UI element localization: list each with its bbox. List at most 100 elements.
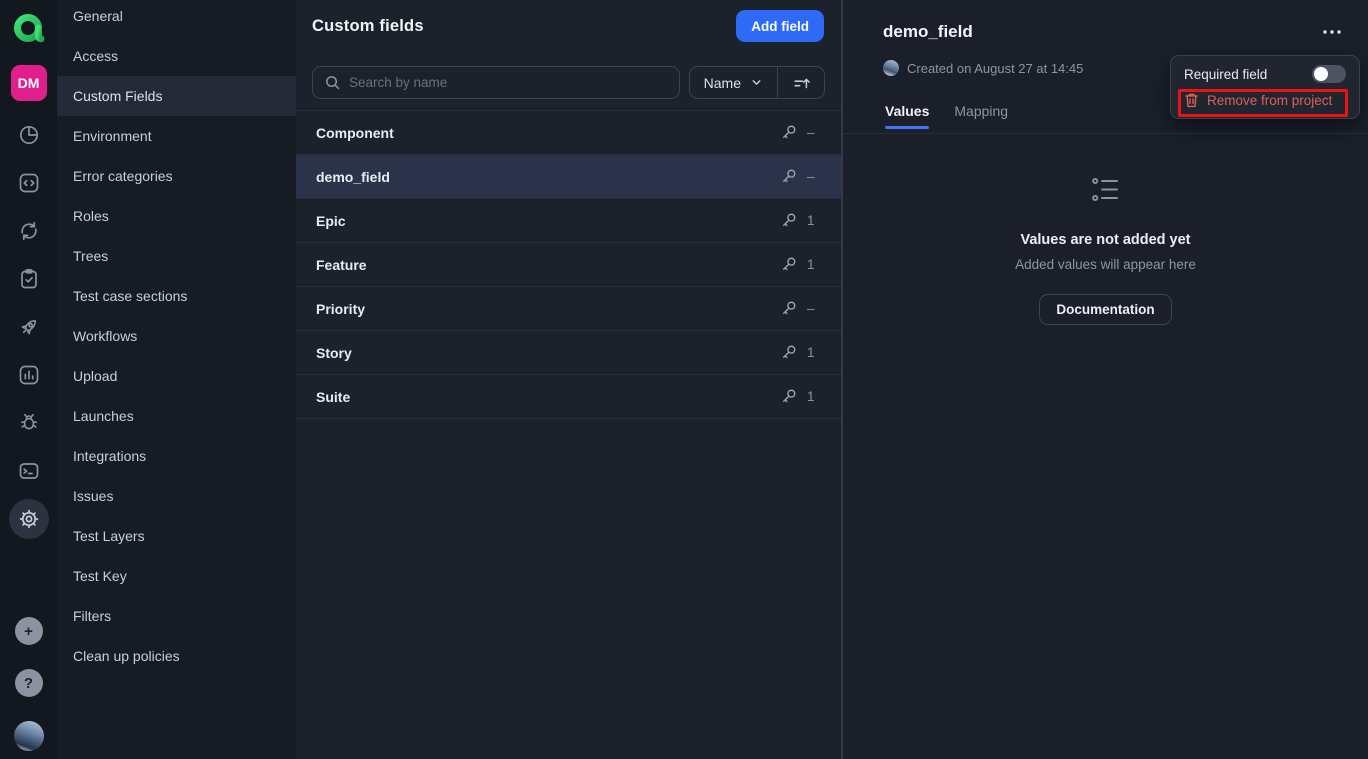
remove-from-project-label: Remove from project	[1207, 93, 1332, 108]
sync-icon[interactable]	[9, 211, 49, 251]
add-field-button[interactable]: Add field	[736, 10, 824, 42]
pie-chart-icon[interactable]	[9, 115, 49, 155]
key-icon	[779, 343, 798, 362]
empty-state-subtitle: Added values will appear here	[843, 257, 1368, 272]
custom-field-list: Component – demo_field – Epic 1 Feature …	[296, 110, 841, 419]
toggle-knob	[1314, 67, 1328, 81]
settings-sidebar: General Access Custom Fields Environment…	[57, 0, 296, 759]
more-options-icon[interactable]	[1318, 22, 1346, 42]
sidebar-item-clean-up-policies[interactable]: Clean up policies	[57, 636, 296, 676]
sidebar-item-issues[interactable]: Issues	[57, 476, 296, 516]
sidebar-item-test-key[interactable]: Test Key	[57, 556, 296, 596]
user-avatar[interactable]	[14, 721, 44, 751]
field-row-component[interactable]: Component –	[296, 111, 841, 155]
mapping-count: 1	[807, 345, 815, 360]
field-name: Story	[316, 345, 352, 361]
field-name: Suite	[316, 389, 350, 405]
field-row-priority[interactable]: Priority –	[296, 287, 841, 331]
required-field-menu-item[interactable]: Required field	[1171, 61, 1359, 87]
rocket-icon[interactable]	[9, 307, 49, 347]
field-row-story[interactable]: Story 1	[296, 331, 841, 375]
sidebar-item-test-layers[interactable]: Test Layers	[57, 516, 296, 556]
creator-avatar	[883, 60, 899, 76]
sidebar-item-general[interactable]: General	[57, 0, 296, 36]
documentation-button[interactable]: Documentation	[1039, 294, 1171, 325]
sidebar-item-filters[interactable]: Filters	[57, 596, 296, 636]
field-row-feature[interactable]: Feature 1	[296, 243, 841, 287]
icon-rail: DM	[0, 0, 57, 759]
custom-fields-panel: Custom fields Add field Name	[296, 0, 841, 759]
terminal-icon[interactable]	[9, 451, 49, 491]
field-name: Priority	[316, 301, 365, 317]
search-icon	[324, 74, 341, 91]
field-name: Feature	[316, 257, 367, 273]
field-detail-title: demo_field	[883, 22, 973, 42]
sidebar-nav-list: General Access Custom Fields Environment…	[57, 0, 296, 676]
tab-mapping[interactable]: Mapping	[954, 96, 1008, 133]
rail-bottom: + ?	[14, 617, 44, 751]
page-title: Custom fields	[312, 17, 424, 36]
sort-field-dropdown[interactable]: Name	[690, 67, 777, 98]
sidebar-item-upload[interactable]: Upload	[57, 356, 296, 396]
values-empty-state: Values are not added yet Added values wi…	[843, 176, 1368, 325]
field-row-demo-field[interactable]: demo_field –	[296, 155, 841, 199]
sidebar-item-access[interactable]: Access	[57, 36, 296, 76]
key-icon	[779, 123, 798, 142]
mapping-count: 1	[807, 389, 815, 404]
settings-gear-icon[interactable]	[9, 499, 49, 539]
created-timestamp: Created on August 27 at 14:45	[907, 61, 1083, 76]
sidebar-item-test-case-sections[interactable]: Test case sections	[57, 276, 296, 316]
fields-header: Custom fields Add field	[296, 0, 841, 56]
mapping-count: –	[807, 169, 815, 184]
field-row-epic[interactable]: Epic 1	[296, 199, 841, 243]
sidebar-item-launches[interactable]: Launches	[57, 396, 296, 436]
field-options-menu: Required field Remove from project	[1170, 55, 1360, 119]
bug-icon[interactable]	[9, 403, 49, 443]
help-icon[interactable]: ?	[15, 669, 43, 697]
sidebar-item-roles[interactable]: Roles	[57, 196, 296, 236]
trash-icon	[1184, 92, 1199, 108]
app-window: DM	[0, 0, 1368, 759]
tab-values[interactable]: Values	[885, 96, 929, 133]
field-detail-panel: demo_field Created on August 27 at 14:45…	[841, 0, 1368, 759]
field-name: Component	[316, 125, 394, 141]
required-field-label: Required field	[1184, 67, 1267, 82]
add-icon[interactable]: +	[15, 617, 43, 645]
sidebar-item-environment[interactable]: Environment	[57, 116, 296, 156]
mapping-count: –	[807, 301, 815, 316]
field-name: demo_field	[316, 169, 390, 185]
created-row: Created on August 27 at 14:45	[883, 60, 1083, 76]
sidebar-item-error-categories[interactable]: Error categories	[57, 156, 296, 196]
sidebar-item-integrations[interactable]: Integrations	[57, 436, 296, 476]
field-name: Epic	[316, 213, 346, 229]
sidebar-item-workflows[interactable]: Workflows	[57, 316, 296, 356]
sort-ascending-icon	[792, 74, 810, 92]
sidebar-item-custom-fields[interactable]: Custom Fields	[57, 76, 296, 116]
mapping-count: –	[807, 125, 815, 140]
required-field-toggle[interactable]	[1312, 65, 1346, 83]
remove-from-project-menu-item[interactable]: Remove from project	[1171, 87, 1359, 113]
search-input[interactable]	[349, 75, 668, 90]
project-badge[interactable]: DM	[11, 65, 47, 101]
field-row-suite[interactable]: Suite 1	[296, 375, 841, 419]
mapping-count: 1	[807, 213, 815, 228]
allure-logo-icon[interactable]	[10, 9, 48, 47]
key-icon	[779, 299, 798, 318]
bar-chart-icon[interactable]	[9, 355, 49, 395]
sort-direction-button[interactable]	[778, 67, 824, 98]
code-icon[interactable]	[9, 163, 49, 203]
key-icon	[779, 255, 798, 274]
bulleted-list-icon	[1091, 176, 1121, 203]
clipboard-check-icon[interactable]	[9, 259, 49, 299]
empty-state-title: Values are not added yet	[843, 232, 1368, 248]
fields-toolbar: Name	[312, 66, 825, 99]
key-icon	[779, 387, 798, 406]
rail-icon-list	[9, 107, 49, 539]
sidebar-item-trees[interactable]: Trees	[57, 236, 296, 276]
key-icon	[779, 167, 798, 186]
mapping-count: 1	[807, 257, 815, 272]
search-box[interactable]	[312, 66, 680, 99]
sort-group: Name	[689, 66, 825, 99]
key-icon	[779, 211, 798, 230]
sort-field-label: Name	[704, 75, 741, 91]
